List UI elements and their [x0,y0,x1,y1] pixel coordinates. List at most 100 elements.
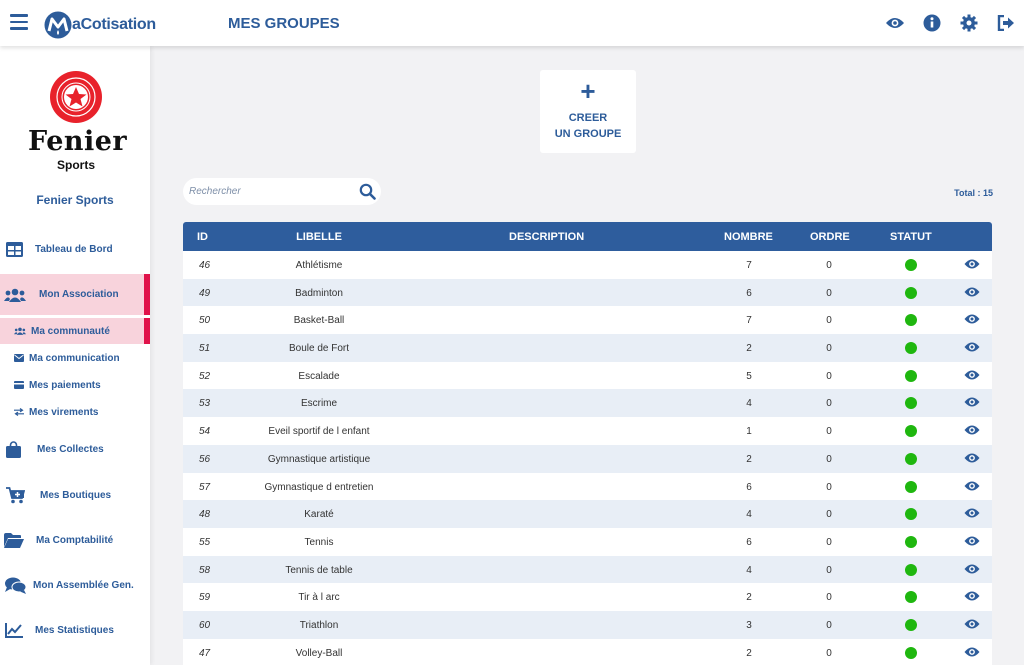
table-row[interactable]: 55 Tennis 6 0 [183,527,992,556]
sidebar: Fenier Sports Fenier Sports Tableau de B… [0,46,150,665]
sidebar-item-ma-communaute[interactable]: Ma communauté [0,318,150,344]
status-indicator [905,452,917,465]
table-row[interactable]: 51 Boule de Fort 2 0 [183,334,992,362]
table-row[interactable]: 52 Escalade 5 0 [183,361,992,390]
sidebar-item-mes-virements[interactable]: Mes virements [0,402,150,422]
status-indicator [905,508,917,521]
table-row[interactable]: 46 Athlétisme 7 0 [183,251,992,279]
eye-icon[interactable] [964,646,980,658]
table-row[interactable]: 60 Triathlon 3 0 [183,610,992,639]
table-row[interactable]: 56 Gymnastique artistique 2 0 [183,444,992,473]
top-bar: aCotisation MES GROUPES [0,0,1024,46]
sidebar-item-tableau-de-bord[interactable]: Tableau de Bord [0,234,150,264]
column-header-description[interactable]: DESCRIPTION [509,231,584,243]
status-indicator [905,535,917,548]
cell-nombre: 6 [746,536,752,548]
eye-icon[interactable] [964,480,980,492]
status-indicator [905,397,917,410]
cell-ordre: 0 [826,619,832,631]
cell-nombre: 1 [746,426,752,438]
eye-icon[interactable] [964,590,980,602]
sidebar-item-label: Mes Collectes [37,443,104,455]
macotisation-logo-icon [44,11,72,39]
bag-icon [5,440,21,458]
eye-icon[interactable] [964,563,980,575]
cell-libelle: Boule de Fort [288,343,350,355]
table-body: 46 Athlétisme 7 0 49 Badminton 6 0 50 Basket-Ball… [183,251,992,665]
sidebar-item-mes-paiements[interactable]: Mes paiements [0,375,150,395]
users-icon [4,288,26,302]
column-header-ordre[interactable]: ORDRE [810,231,850,243]
cell-nombre: 2 [746,592,752,604]
table-row[interactable]: 54 Eveil sportif de l enfant 1 0 [183,417,992,445]
table-header: ID LIBELLE DESCRIPTION NOMBRE ORDRE STAT… [183,222,992,251]
eye-icon[interactable] [964,341,980,353]
sidebar-item-mes-boutiques[interactable]: Mes Boutiques [0,480,150,510]
table-row[interactable]: 50 Basket-Ball 7 0 [183,306,992,335]
eye-icon[interactable] [964,313,980,325]
users-icon [13,327,26,335]
create-group-button[interactable]: + CREER UN GROUPE [540,70,636,153]
create-group-label: CREER UN GROUPE [555,110,622,142]
table-row[interactable]: 48 Karaté 4 0 [183,500,992,528]
cell-nombre: 3 [746,619,752,631]
cell-id: 53 [199,398,211,410]
eye-icon[interactable] [964,452,980,464]
sidebar-item-label: Mes paiements [29,379,101,391]
eye-icon[interactable] [885,13,905,33]
cell-libelle: Escrime [300,398,338,410]
sidebar-item-mes-collectes[interactable]: Mes Collectes [0,434,150,464]
eye-icon[interactable] [964,258,980,270]
sidebar-item-mon-assemblee-gen[interactable]: Mon Assemblée Gen. [0,570,150,600]
cell-id: 51 [199,343,211,355]
column-header-nombre[interactable]: NOMBRE [724,231,773,243]
sidebar-item-label: Ma Comptabilité [36,534,114,546]
column-header-statut[interactable]: STATUT [890,231,932,243]
cell-nombre: 4 [746,398,752,410]
column-header-id[interactable]: ID [197,231,208,243]
brand-logo[interactable]: aCotisation [43,10,156,40]
status-indicator [905,369,917,382]
table-row[interactable]: 58 Tennis de table 4 0 [183,555,992,584]
eye-icon[interactable] [964,286,980,298]
table-row[interactable]: 47 Volley-Ball 2 0 [183,638,992,665]
dashboard-icon [5,241,23,257]
sidebar-item-ma-comptabilite[interactable]: Ma Comptabilité [0,525,150,555]
eye-icon[interactable] [964,618,980,630]
logout-icon[interactable] [996,13,1016,33]
cell-id: 50 [199,315,211,327]
cell-nombre: 2 [746,647,752,659]
eye-icon[interactable] [964,424,980,436]
table-row[interactable]: 49 Badminton 6 0 [183,278,992,307]
search-input[interactable] [189,186,349,197]
sidebar-item-mes-statistiques[interactable]: Mes Statistiques [0,615,150,645]
cell-ordre: 0 [826,260,832,271]
cell-libelle: Gymnastique d entretien [264,481,374,493]
cell-libelle: Escalade [298,370,340,382]
table-row[interactable]: 53 Escrime 4 0 [183,389,992,418]
gear-icon[interactable] [959,13,979,33]
cell-ordre: 0 [826,647,832,659]
eye-icon[interactable] [964,396,980,408]
info-icon[interactable] [922,13,942,33]
cell-libelle: Tennis de table [285,564,353,576]
table-row[interactable]: 59 Tir à l arc 2 0 [183,583,992,611]
sidebar-item-ma-communication[interactable]: Ma communication [0,348,150,368]
sidebar-item-label: Mes Boutiques [40,489,112,501]
cell-libelle: Basket-Ball [293,315,345,327]
cell-id: 57 [199,481,211,493]
brand-name: aCotisation [72,16,156,33]
create-group-label-line2: UN GROUPE [554,128,622,140]
cell-nombre: 6 [746,287,752,299]
status-indicator [905,563,917,576]
menu-icon[interactable] [10,14,28,30]
eye-icon[interactable] [964,535,980,547]
cell-ordre: 0 [826,287,832,299]
eye-icon[interactable] [964,507,980,519]
sidebar-item-mon-association[interactable]: Mon Association [0,274,150,315]
table-row[interactable]: 57 Gymnastique d entretien 6 0 [183,472,992,501]
search-icon[interactable] [359,183,376,200]
transfer-icon [13,408,24,416]
eye-icon[interactable] [964,369,980,381]
column-header-libelle[interactable]: LIBELLE [241,231,397,243]
